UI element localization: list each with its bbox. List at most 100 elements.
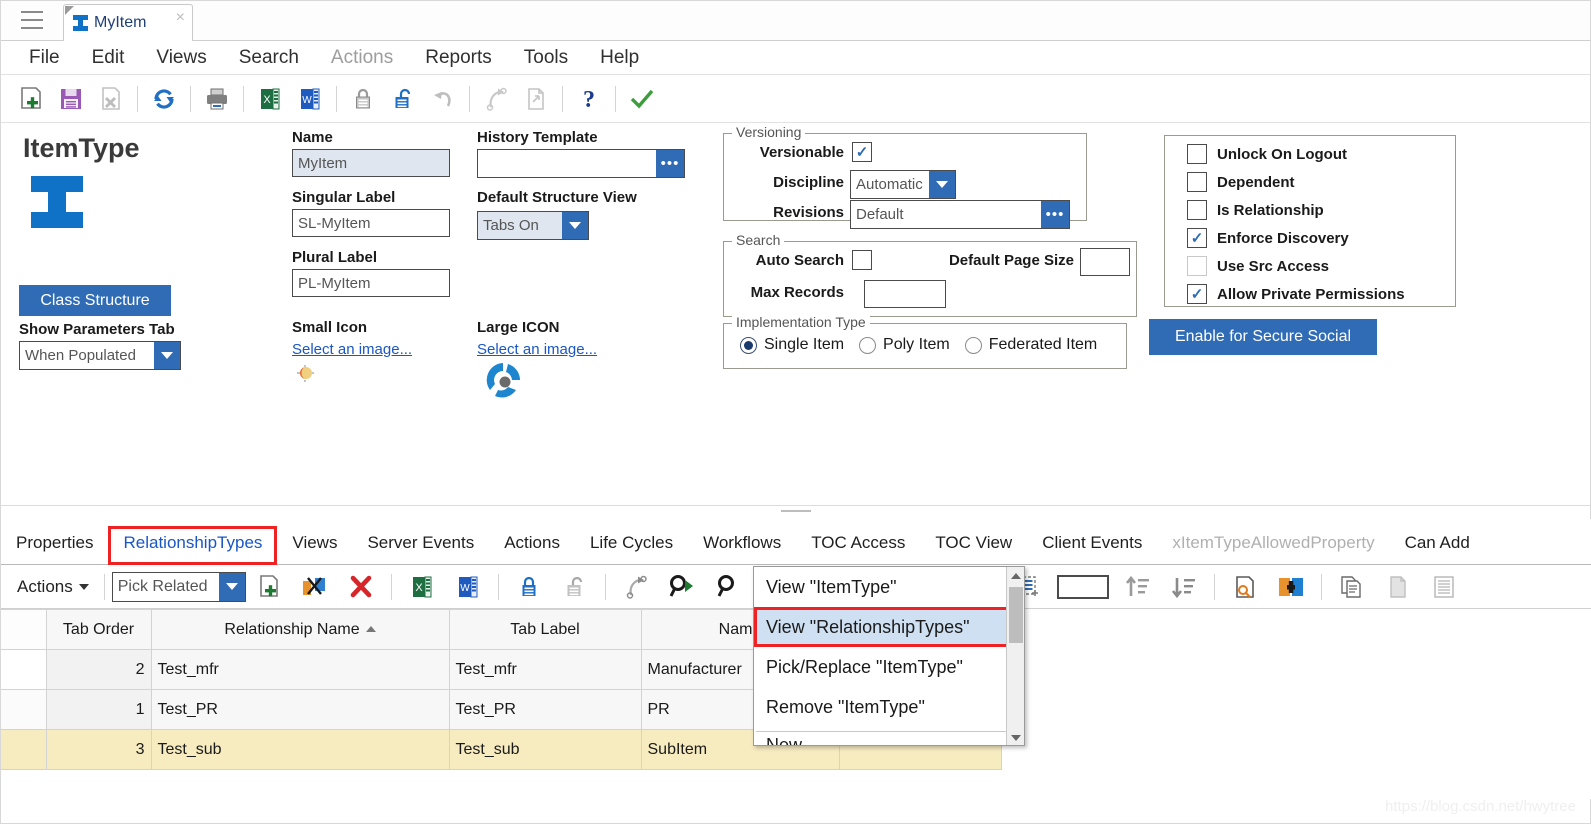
menu-item-search[interactable]: Search	[223, 45, 315, 71]
export-word-icon[interactable]: W	[445, 569, 491, 605]
flag-use-src-access[interactable]: Use Src Access	[1187, 256, 1329, 276]
tab-relationshiptypes[interactable]: RelationshipTypes	[108, 526, 278, 565]
column-header-tab-label[interactable]: Tab Label	[448, 609, 642, 650]
flag-is-relationship[interactable]: Is Relationship	[1187, 200, 1324, 220]
unlock-icon[interactable]	[383, 80, 423, 118]
large-icon-select-link[interactable]: Select an image...	[477, 341, 597, 358]
menu-item-pick-replace-itemtype[interactable]: Pick/Replace "ItemType"	[754, 647, 1024, 687]
default-structure-view-select[interactable]: Tabs On	[477, 211, 589, 240]
menu-item-edit[interactable]: Edit	[76, 45, 141, 71]
tab-toc-access[interactable]: TOC Access	[796, 527, 920, 564]
small-icon-select-link[interactable]: Select an image...	[292, 341, 412, 358]
menu-item-views[interactable]: Views	[140, 45, 222, 71]
export-excel-icon[interactable]: X	[250, 80, 290, 118]
undo-icon[interactable]	[423, 80, 463, 118]
actions-dropdown-button[interactable]: Actions	[17, 577, 97, 597]
panel-splitter[interactable]	[1, 505, 1590, 515]
tab-xitemtypeallowedproperty[interactable]: xItemTypeAllowedProperty	[1157, 527, 1389, 564]
chevron-down-icon[interactable]	[218, 572, 245, 601]
is-relationship-checkbox[interactable]	[1187, 200, 1207, 220]
chevron-down-icon[interactable]	[929, 171, 955, 198]
class-structure-button[interactable]: Class Structure	[19, 285, 171, 316]
export-excel-icon[interactable]: X	[399, 569, 445, 605]
flag-enforce-discovery[interactable]: ✓ Enforce Discovery	[1187, 228, 1349, 248]
history-template-field[interactable]: •••	[477, 149, 685, 178]
singular-label-input[interactable]: SL-MyItem	[292, 209, 450, 237]
menu-item-view-itemtype[interactable]: View "ItemType"	[754, 567, 1024, 607]
lock-icon[interactable]	[343, 80, 383, 118]
flag-allow-private-permissions[interactable]: ✓ Allow Private Permissions	[1187, 284, 1405, 304]
tab-server-events[interactable]: Server Events	[352, 527, 489, 564]
column-header-tab-order[interactable]: Tab Order	[45, 609, 152, 650]
print-icon[interactable]	[197, 80, 237, 118]
unlock-icon[interactable]	[552, 569, 598, 605]
radio-single-item[interactable]	[740, 336, 757, 354]
menu-scrollbar[interactable]	[1006, 567, 1024, 745]
menu-item-help[interactable]: Help	[584, 45, 655, 71]
plural-label-input[interactable]: PL-MyItem	[292, 269, 450, 297]
relationship-context-menu[interactable]: View "ItemType" View "RelationshipTypes"…	[753, 566, 1025, 746]
radio-poly-item[interactable]	[859, 336, 877, 354]
export-word-icon[interactable]: W	[290, 80, 330, 118]
row-selector-cell[interactable]	[1, 729, 47, 770]
menu-item-file[interactable]: File	[13, 45, 76, 71]
sort-ascending-icon[interactable]	[1115, 569, 1161, 605]
find-in-page-icon[interactable]	[1222, 569, 1268, 605]
tab-can-add[interactable]: Can Add	[1390, 527, 1485, 564]
new-icon[interactable]	[11, 80, 51, 118]
close-icon[interactable]: ×	[176, 10, 185, 26]
redo-icon[interactable]	[476, 80, 516, 118]
versionable-checkbox[interactable]: ✓	[852, 142, 872, 162]
copy-icon[interactable]	[1329, 569, 1375, 605]
pick-related-item-icon[interactable]	[292, 569, 338, 605]
allow-private-permissions-checkbox[interactable]: ✓	[1187, 284, 1207, 304]
scrollbar-thumb[interactable]	[1009, 587, 1023, 643]
save-icon[interactable]	[51, 80, 91, 118]
search-run-icon[interactable]	[659, 569, 705, 605]
flag-dependent[interactable]: Dependent	[1187, 172, 1295, 192]
refresh-icon[interactable]	[144, 80, 184, 118]
history-template-browse-button[interactable]: •••	[656, 150, 684, 177]
radio-federated-item[interactable]	[964, 336, 982, 354]
enable-secure-social-button[interactable]: Enable for Secure Social	[1149, 319, 1377, 355]
row-selector-cell[interactable]	[1, 649, 47, 690]
revisions-field[interactable]: Default •••	[850, 200, 1070, 229]
revisions-browse-button[interactable]: •••	[1041, 201, 1069, 228]
add-colored-icon[interactable]	[1268, 569, 1314, 605]
menu-item-view-relationshiptypes[interactable]: View "RelationshipTypes"	[754, 607, 1024, 647]
tab-properties[interactable]: Properties	[1, 527, 108, 564]
dependent-checkbox[interactable]	[1187, 172, 1207, 192]
new-relationship-icon[interactable]	[246, 569, 292, 605]
tab-life-cycles[interactable]: Life Cycles	[575, 527, 688, 564]
tab-client-events[interactable]: Client Events	[1027, 527, 1157, 564]
done-check-icon[interactable]	[622, 80, 662, 118]
chevron-down-icon[interactable]	[154, 342, 180, 369]
name-input[interactable]: MyItem	[292, 149, 450, 177]
show-parameters-tab-select[interactable]: When Populated	[19, 341, 181, 370]
default-page-size-input[interactable]	[1080, 248, 1130, 276]
menu-item-tools[interactable]: Tools	[508, 45, 584, 71]
copy-page-icon[interactable]	[516, 80, 556, 118]
scroll-down-icon[interactable]	[1007, 729, 1024, 745]
row-selector-cell[interactable]	[1, 689, 47, 730]
search-dropdown-icon[interactable]	[705, 569, 751, 605]
enforce-discovery-checkbox[interactable]: ✓	[1187, 228, 1207, 248]
delete-icon[interactable]	[91, 80, 131, 118]
menu-item-reports[interactable]: Reports	[409, 45, 508, 71]
hamburger-menu-icon[interactable]	[21, 11, 43, 29]
chevron-down-icon[interactable]	[562, 212, 588, 239]
flag-unlock-on-logout[interactable]: Unlock On Logout	[1187, 144, 1347, 164]
max-records-input[interactable]	[864, 280, 946, 308]
lock-icon[interactable]	[506, 569, 552, 605]
menu-item-new[interactable]: New	[754, 732, 1024, 746]
unlock-on-logout-checkbox[interactable]	[1187, 144, 1207, 164]
tab-workflows[interactable]: Workflows	[688, 527, 796, 564]
document-tab-myitem[interactable]: MyItem ×	[63, 4, 193, 41]
sort-descending-icon[interactable]	[1161, 569, 1207, 605]
list-icon[interactable]	[1421, 569, 1467, 605]
tab-actions[interactable]: Actions	[489, 527, 575, 564]
use-src-access-checkbox[interactable]	[1187, 256, 1207, 276]
tab-views[interactable]: Views	[277, 527, 352, 564]
pick-related-select[interactable]: Pick Related	[111, 571, 246, 602]
splitter-grip[interactable]	[780, 510, 811, 512]
